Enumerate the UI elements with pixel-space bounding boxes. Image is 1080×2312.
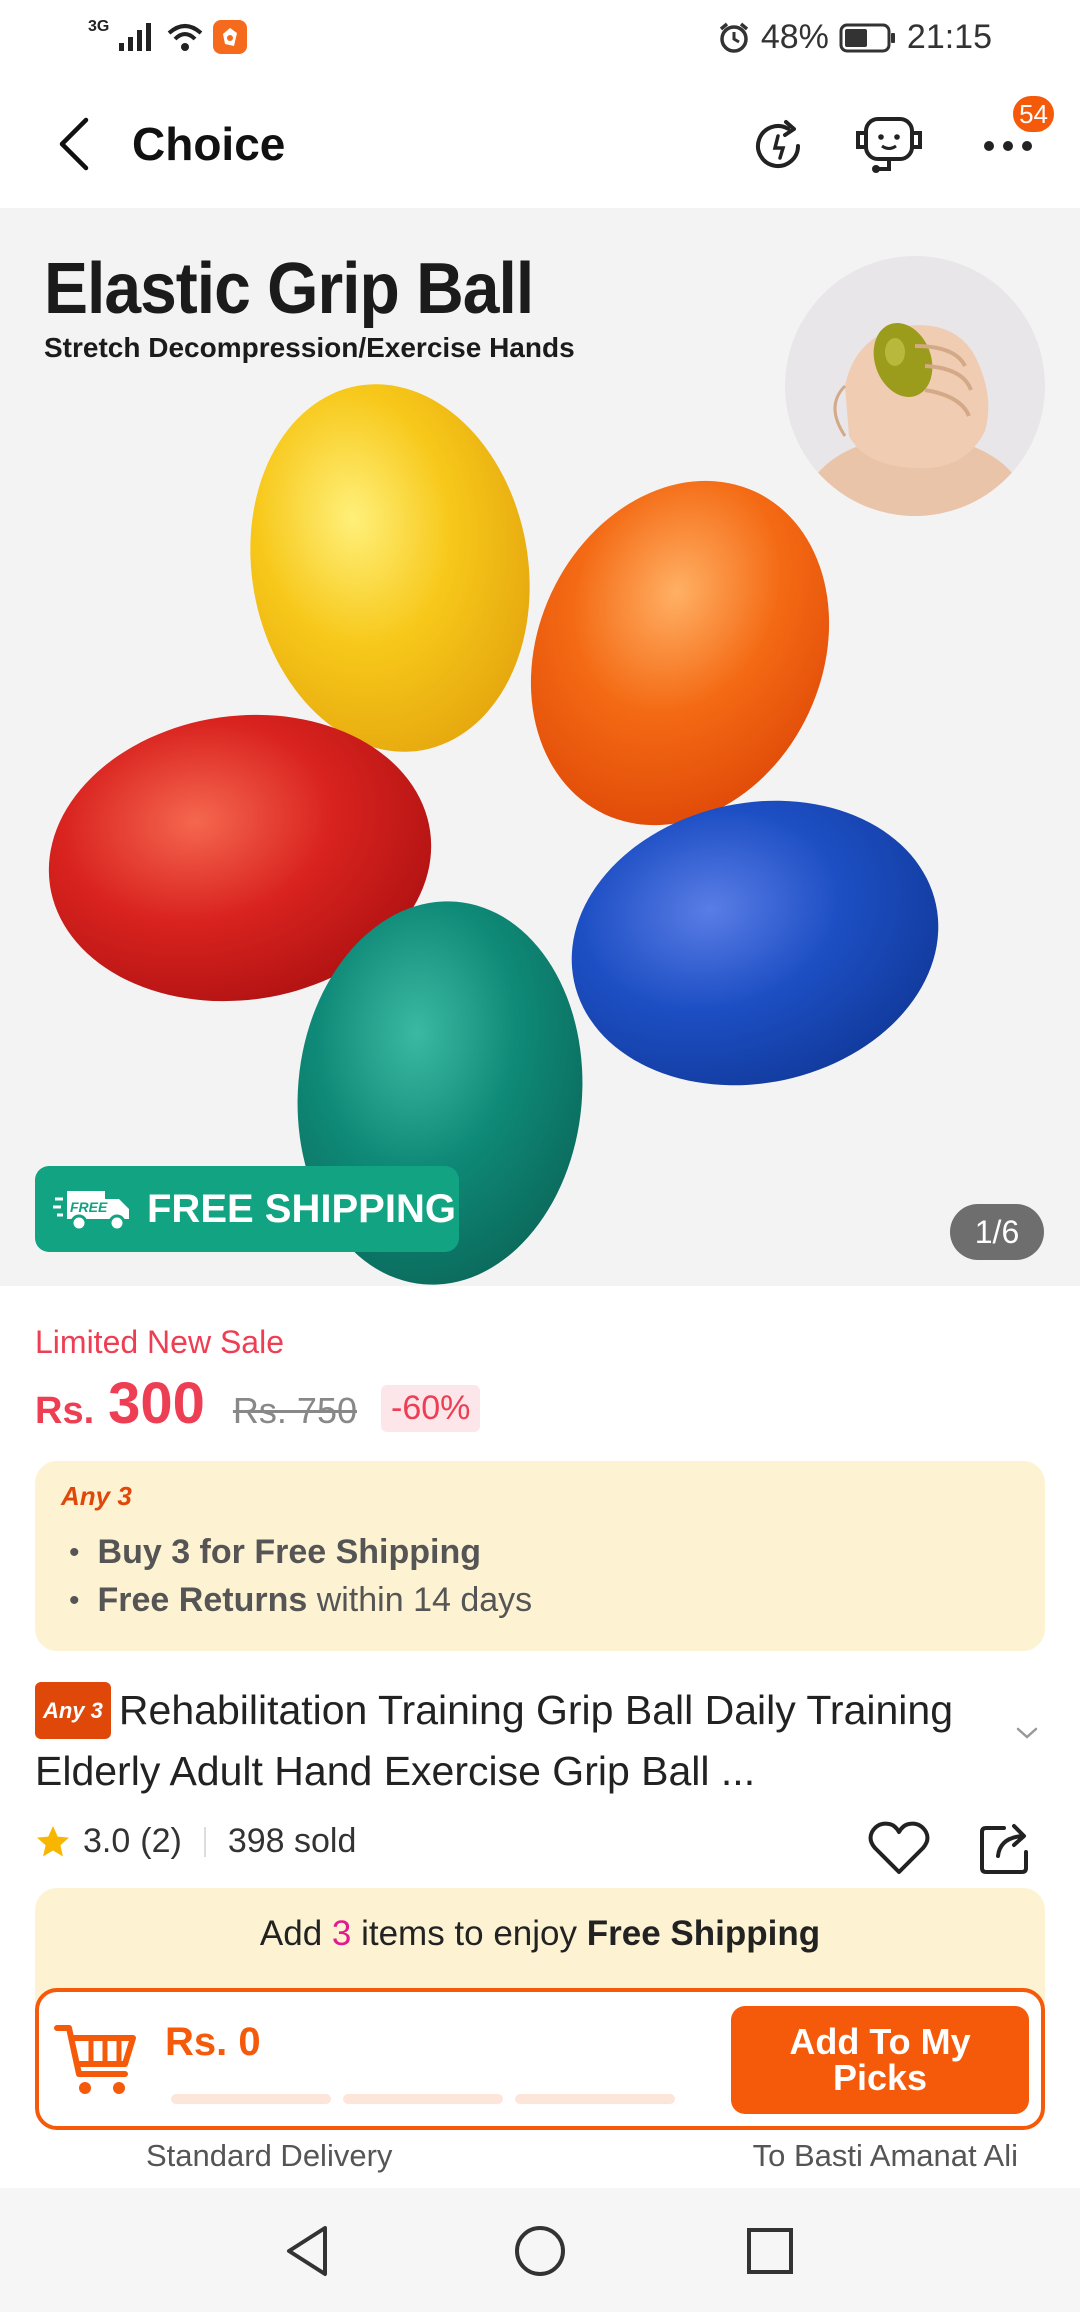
ship-msg-prefix: Add	[259, 1914, 332, 1953]
yellow-ball	[250, 384, 530, 752]
share-icon	[980, 1824, 1028, 1874]
square-recents-icon	[747, 2228, 793, 2274]
price-row: Rs. 300 Rs. 750 -60%	[35, 1370, 481, 1437]
status-right: 48% 21:15	[717, 18, 992, 57]
review-count: (2)	[140, 1822, 182, 1860]
signal-icon	[119, 23, 152, 51]
any3-badge: Any 3	[35, 1682, 111, 1739]
refresh-button[interactable]	[740, 108, 816, 184]
notification-badge: 54	[1011, 94, 1056, 134]
add-to-my-picks-button[interactable]: Add To My Picks	[731, 2006, 1029, 2114]
items-needed-count: 3	[331, 1914, 352, 1953]
promo-shipping-text: Buy 3 for Free Shipping	[97, 1533, 481, 1571]
ship-msg-bold: Free Shipping	[586, 1914, 821, 1953]
chevron-down-icon[interactable]	[1012, 1718, 1042, 1748]
support-bot-icon	[856, 117, 922, 173]
blue-ball	[571, 800, 939, 1086]
system-nav-bar	[0, 2188, 1080, 2312]
rating-value: 3.0	[83, 1822, 131, 1860]
nav-recents-button[interactable]	[737, 2218, 803, 2284]
sold-count: 398 sold	[227, 1822, 357, 1860]
promo-returns-rest: within 14 days	[307, 1581, 533, 1619]
progress-segment	[343, 2094, 503, 2104]
product-title-text: Rehabilitation Training Grip Ball Daily …	[35, 1687, 953, 1794]
promo-card[interactable]: Any 3 • Buy 3 for Free Shipping • Free Ret…	[35, 1461, 1045, 1651]
triangle-back-icon	[287, 2226, 327, 2276]
delivery-method: Standard Delivery	[146, 2138, 393, 2173]
promo-tag: Any 3	[61, 1481, 132, 1511]
original-price: Rs. 750	[232, 1390, 357, 1431]
currency-label: Rs.	[35, 1390, 95, 1432]
share-button[interactable]	[978, 1818, 1034, 1876]
progress-segment	[171, 2094, 331, 2104]
wishlist-button[interactable]	[866, 1818, 932, 1878]
free-small-label: FREE	[70, 1199, 108, 1215]
alarm-icon	[719, 22, 748, 53]
discount-badge: -60%	[381, 1385, 481, 1432]
refresh-icon	[756, 120, 800, 168]
promo-returns-bold: Free Returns	[97, 1581, 308, 1619]
customer-service-button[interactable]	[852, 108, 928, 184]
promo-line-shipping: • Buy 3 for Free Shipping	[69, 1533, 481, 1571]
promo-line-returns: • Free Returns within 14 days	[69, 1581, 533, 1619]
shopping-cart-icon	[54, 2025, 136, 2094]
rating-row[interactable]: 3.0 (2) 398 sold	[35, 1822, 356, 1861]
battery-icon	[839, 23, 895, 52]
top-app-bar: Choice 54	[0, 80, 1080, 208]
back-button[interactable]	[44, 114, 104, 174]
network-type: 3G	[88, 18, 110, 35]
picks-cart-box: Rs. 0 Add To My Picks	[35, 1988, 1045, 2130]
star-icon	[37, 1825, 69, 1856]
clock: 21:15	[906, 18, 992, 56]
page-title: Choice	[132, 118, 286, 170]
product-title[interactable]: Any 3 Rehabilitation Training Grip Ball D…	[35, 1682, 1015, 1798]
more-horizontal-icon	[984, 141, 1032, 151]
status-left: 3G	[88, 18, 248, 54]
status-bar: 3G 48% 21:15	[0, 0, 1080, 80]
circle-home-icon	[515, 2226, 565, 2276]
delivery-destination: To Basti Amanat Ali	[752, 2138, 1018, 2173]
divider	[203, 1826, 206, 1857]
free-shipping-message: Add 3 items to enjoy Free Shipping	[35, 1914, 1045, 1954]
nav-back-button[interactable]	[274, 2218, 340, 2284]
heart-icon	[868, 1821, 930, 1874]
free-shipping-label: FREE SHIPPING	[147, 1186, 456, 1231]
nav-home-button[interactable]	[507, 2218, 573, 2284]
ship-msg-middle: items to enjoy	[351, 1914, 587, 1953]
delivery-truck-icon: FREE	[53, 1191, 129, 1232]
progress-segment	[515, 2094, 675, 2104]
delivery-row[interactable]: Standard Delivery To Basti Amanat Ali	[0, 2138, 1080, 2188]
app-notification-icon	[213, 20, 248, 54]
cart-total: Rs. 0	[165, 2020, 261, 2064]
sale-label: Limited New Sale	[35, 1324, 284, 1360]
image-counter: 1/6	[950, 1204, 1044, 1260]
product-image-carousel[interactable]: Elastic Grip Ball Stretch Decompression/…	[0, 208, 1080, 1286]
battery-percent: 48%	[760, 18, 829, 56]
current-price: 300	[108, 1371, 205, 1436]
free-shipping-badge: FREE FREE SHIPPING	[35, 1166, 459, 1252]
wifi-icon	[168, 24, 203, 51]
more-menu-button[interactable]: 54	[970, 94, 1056, 184]
grip-balls-illustration	[48, 384, 939, 1285]
chevron-left-icon	[59, 117, 89, 171]
